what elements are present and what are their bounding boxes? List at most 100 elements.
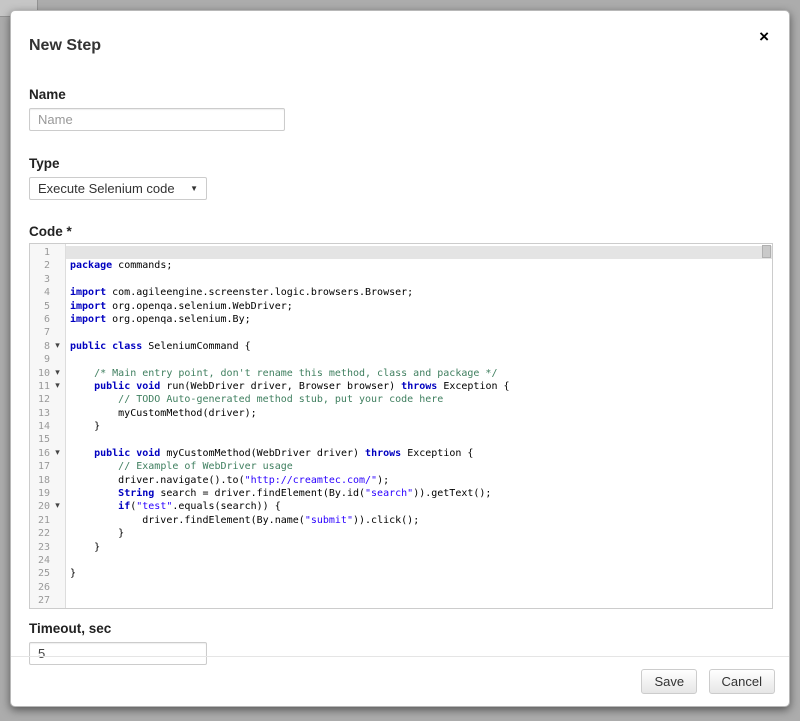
type-select[interactable]: Execute Selenium code ▼ [29, 177, 207, 200]
gutter-cell: 12 [30, 393, 66, 407]
code-line[interactable]: 10 ▾ /* Main entry point, don't rename th… [30, 366, 772, 380]
gutter-cell: 26 [30, 580, 66, 595]
line-number: 12 [37, 394, 50, 406]
code-line-text[interactable]: // TODO Auto-generated method stub, put … [66, 393, 772, 406]
code-line-text[interactable]: public void myCustomMethod(WebDriver dri… [66, 447, 772, 460]
line-number: 24 [37, 554, 50, 566]
save-button[interactable]: Save [641, 669, 698, 694]
fold-gutter-spacer [50, 393, 65, 406]
gutter-cell: 14 [30, 420, 66, 434]
code-line[interactable]: 15 [30, 433, 772, 447]
code-line-text[interactable]: } [66, 567, 772, 580]
code-line[interactable]: 7 [30, 326, 772, 340]
code-line[interactable]: 17 // Example of WebDriver usage [30, 460, 772, 474]
code-line-text[interactable]: // Example of WebDriver usage [66, 460, 772, 473]
modal-body: Name Type Execute Selenium code ▼ Code *… [11, 87, 789, 665]
code-line[interactable]: 23 } [30, 540, 772, 554]
line-number: 3 [43, 273, 50, 285]
scrollbar-thumb[interactable] [762, 245, 771, 258]
fold-gutter-spacer [50, 594, 65, 607]
fold-gutter-spacer [50, 460, 65, 473]
code-line-text[interactable]: /* Main entry point, don't rename this m… [66, 367, 772, 380]
code-line[interactable]: 14 } [30, 420, 772, 434]
fold-arrow-icon[interactable]: ▾ [50, 447, 65, 460]
code-line[interactable]: 24 [30, 553, 772, 568]
fold-arrow-icon[interactable]: ▾ [50, 340, 65, 353]
gutter-cell: 7 [30, 326, 66, 340]
code-line[interactable]: 27 [30, 594, 772, 608]
code-line-text[interactable] [66, 353, 772, 366]
code-line[interactable]: 21 driver.findElement(By.name("submit"))… [30, 513, 772, 528]
code-line-text[interactable]: if("test".equals(search)) { [66, 500, 772, 513]
line-number: 25 [37, 568, 50, 580]
line-number: 11 [37, 380, 50, 392]
code-line-text[interactable]: import com.agileengine.screenster.logic.… [66, 286, 772, 299]
line-number: 23 [37, 541, 50, 553]
gutter-cell: 25 [30, 567, 66, 581]
code-line[interactable]: 13 myCustomMethod(driver); [30, 406, 772, 421]
code-line-text[interactable] [66, 554, 772, 567]
code-line-text[interactable] [66, 246, 772, 260]
code-line-text[interactable]: } [66, 420, 772, 433]
code-line-text[interactable]: } [66, 541, 772, 554]
code-line[interactable]: 5 import org.openqa.selenium.WebDriver; [30, 299, 772, 313]
close-icon[interactable]: × [759, 28, 769, 45]
code-line-text[interactable]: myCustomMethod(driver); [66, 407, 772, 420]
code-line-text[interactable]: public void run(WebDriver driver, Browse… [66, 380, 772, 393]
code-line[interactable]: 25} [30, 567, 772, 581]
code-line[interactable]: 20 ▾ if("test".equals(search)) { [30, 500, 772, 514]
code-editor[interactable]: 1 2 package commands; 3 4 import com.agileeng… [29, 243, 773, 609]
code-line[interactable]: 22 } [30, 527, 772, 541]
code-line[interactable]: 4 import com.agileengine.screenster.logic… [30, 286, 772, 300]
fold-gutter-spacer [50, 300, 65, 313]
type-form-group: Type Execute Selenium code ▼ [29, 156, 771, 200]
code-line-text[interactable] [66, 594, 772, 607]
fold-arrow-icon[interactable]: ▾ [50, 380, 65, 393]
fold-gutter-spacer [50, 514, 65, 527]
code-line[interactable]: 16 ▾ public void myCustomMethod(WebDriver… [30, 446, 772, 461]
gutter-cell: 19 [30, 487, 66, 501]
code-line[interactable]: 3 [30, 272, 772, 287]
code-line-text[interactable]: driver.navigate().to("http://creamtec.co… [66, 474, 772, 487]
code-line-text[interactable]: } [66, 527, 772, 540]
name-form-group: Name [29, 87, 771, 131]
gutter-cell: 10 ▾ [30, 366, 66, 380]
fold-gutter-spacer [50, 326, 65, 339]
code-line[interactable]: 19 String search = driver.findElement(By… [30, 487, 772, 501]
gutter-cell: 18 [30, 473, 66, 488]
code-line[interactable]: 11 ▾ public void run(WebDriver driver, Br… [30, 379, 772, 394]
code-line[interactable]: 1 [30, 244, 772, 260]
code-line[interactable]: 6 import org.openqa.selenium.By; [30, 312, 772, 327]
fold-gutter-spacer [50, 487, 65, 500]
code-line-text[interactable] [66, 273, 772, 286]
code-line-text[interactable] [66, 326, 772, 339]
gutter-cell: 24 [30, 553, 66, 568]
code-line[interactable]: 26 [30, 580, 772, 595]
gutter-cell: 4 [30, 286, 66, 300]
code-line-text[interactable] [66, 581, 772, 594]
code-line-text[interactable] [66, 433, 772, 446]
line-number: 5 [43, 300, 50, 312]
code-line-text[interactable]: public class SeleniumCommand { [66, 340, 772, 353]
code-line[interactable]: 2 package commands; [30, 259, 772, 273]
gutter-cell: 23 [30, 540, 66, 554]
name-input[interactable] [29, 108, 285, 131]
cancel-button[interactable]: Cancel [708, 669, 775, 694]
fold-arrow-icon[interactable]: ▾ [50, 367, 65, 380]
line-number: 18 [37, 474, 50, 486]
code-line[interactable]: 8 ▾ public class SeleniumCommand { [30, 339, 772, 354]
code-line-text[interactable]: import org.openqa.selenium.By; [66, 313, 772, 326]
code-line[interactable]: 18 driver.navigate().to("http://creamtec… [30, 473, 772, 488]
code-line[interactable]: 9 [30, 353, 772, 367]
chevron-down-icon: ▼ [190, 184, 198, 193]
code-line-text[interactable]: import org.openqa.selenium.WebDriver; [66, 300, 772, 313]
fold-arrow-icon[interactable]: ▾ [50, 500, 65, 513]
code-line-text[interactable]: driver.findElement(By.name("submit")).cl… [66, 514, 772, 527]
gutter-cell: 17 [30, 460, 66, 474]
code-line-text[interactable]: package commands; [66, 259, 772, 272]
line-number: 6 [43, 313, 50, 325]
code-line-text[interactable]: String search = driver.findElement(By.id… [66, 487, 772, 500]
code-line[interactable]: 12 // TODO Auto-generated method stub, p… [30, 393, 772, 407]
line-number: 7 [43, 327, 50, 339]
new-step-modal: New Step × Name Type Execute Selenium co… [10, 10, 790, 707]
